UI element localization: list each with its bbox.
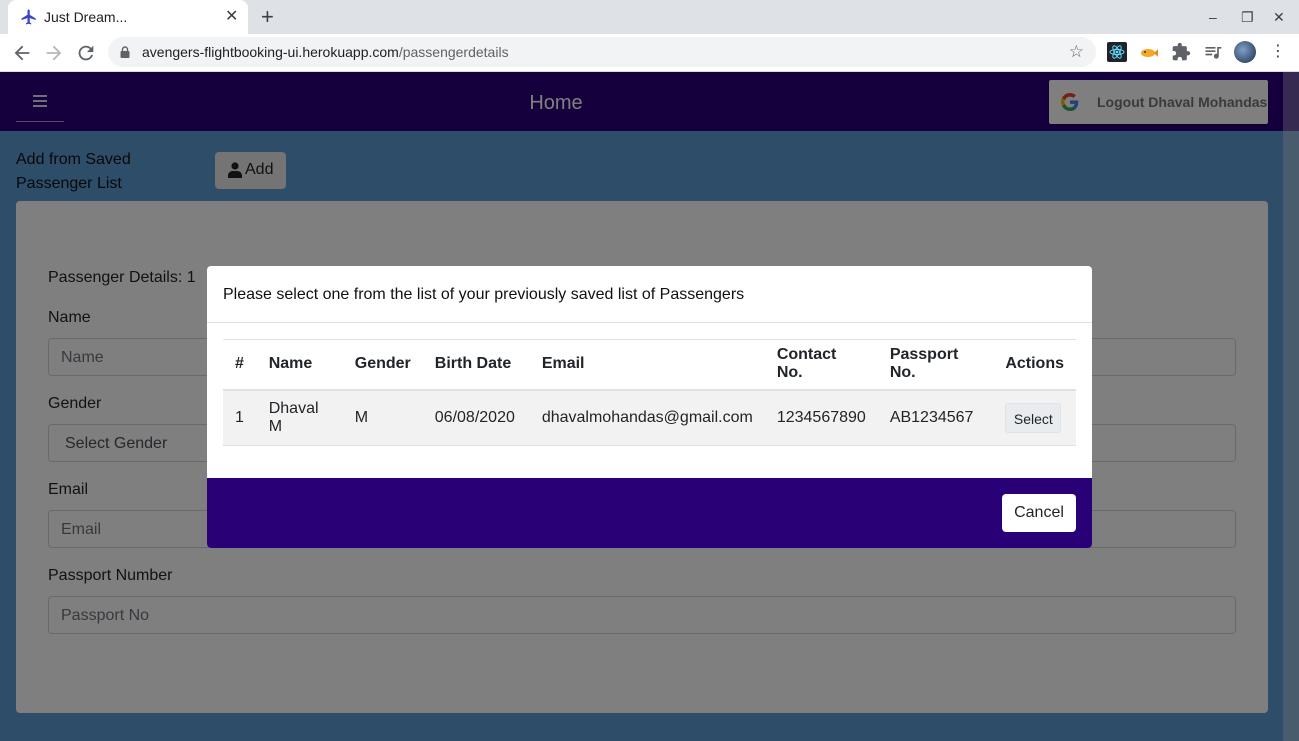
browser-tab-strip: Just Dream... ✕ + – ❐ ✕	[0, 0, 1299, 34]
address-bar[interactable]: avengers-flightbooking-ui.herokuapp.com/…	[108, 37, 1096, 67]
column-header-email: Email	[529, 339, 765, 391]
reload-icon[interactable]	[75, 42, 97, 64]
cell-email: dhavalmohandas@gmail.com	[529, 389, 765, 446]
url-text: avengers-flightbooking-ui.herokuapp.com/…	[142, 44, 509, 60]
column-header-birth-date: Birth Date	[422, 339, 530, 391]
new-tab-button[interactable]: +	[261, 6, 274, 28]
select-passenger-button[interactable]: Select	[1005, 402, 1062, 433]
browser-menu-icon[interactable]: ⋮	[1270, 41, 1286, 61]
cell-birth-date: 06/08/2020	[422, 389, 530, 446]
lock-icon	[120, 46, 130, 58]
browser-toolbar: avengers-flightbooking-ui.herokuapp.com/…	[0, 34, 1299, 72]
media-queue-icon[interactable]	[1203, 42, 1223, 62]
tab-close-icon[interactable]: ✕	[225, 8, 238, 26]
column-header-index: #	[223, 339, 257, 391]
saved-passengers-modal: Please select one from the list of your …	[207, 266, 1092, 548]
table-header-row: # Name Gender Birth Date Email Contact N…	[223, 339, 1076, 391]
column-header-name: Name	[256, 339, 343, 391]
react-devtools-icon[interactable]	[1107, 42, 1127, 62]
page-scrollbar[interactable]	[1283, 72, 1299, 741]
modal-header: Please select one from the list of your …	[207, 266, 1092, 323]
table-row: 1 Dhaval M M 06/08/2020 dhavalmohandas@g…	[223, 389, 1076, 446]
browser-tab[interactable]: Just Dream... ✕	[8, 0, 248, 34]
cell-passport: AB1234567	[877, 389, 994, 446]
window-close-icon[interactable]: ✕	[1273, 9, 1285, 26]
bookmark-star-icon[interactable]: ☆	[1069, 42, 1084, 62]
cell-index: 1	[223, 389, 257, 446]
url-path: /passengerdetails	[398, 44, 509, 60]
back-arrow-icon[interactable]	[11, 42, 33, 64]
minimize-icon[interactable]: –	[1209, 9, 1217, 25]
airplane-icon	[21, 9, 36, 25]
modal-title: Please select one from the list of your …	[223, 286, 745, 303]
cancel-button[interactable]: Cancel	[1002, 494, 1076, 532]
tab-title: Just Dream...	[44, 9, 128, 25]
cell-name: Dhaval M	[256, 389, 343, 446]
saved-passengers-table: # Name Gender Birth Date Email Contact N…	[223, 339, 1076, 446]
column-header-contact: Contact No.	[764, 339, 878, 391]
column-header-actions: Actions	[993, 339, 1076, 391]
puzzle-extensions-icon[interactable]	[1171, 42, 1191, 62]
cell-contact: 1234567890	[764, 389, 878, 446]
url-host: avengers-flightbooking-ui.herokuapp.com	[142, 44, 399, 60]
column-header-passport: Passport No.	[877, 339, 994, 391]
column-header-gender: Gender	[342, 339, 423, 391]
profile-avatar[interactable]	[1234, 41, 1256, 63]
modal-footer: Cancel	[207, 478, 1092, 548]
forward-arrow-icon[interactable]	[43, 42, 65, 64]
cell-gender: M	[342, 389, 423, 446]
fish-extension-icon[interactable]	[1139, 42, 1159, 62]
cell-actions: Select	[993, 389, 1076, 446]
restore-icon[interactable]: ❐	[1241, 9, 1254, 26]
